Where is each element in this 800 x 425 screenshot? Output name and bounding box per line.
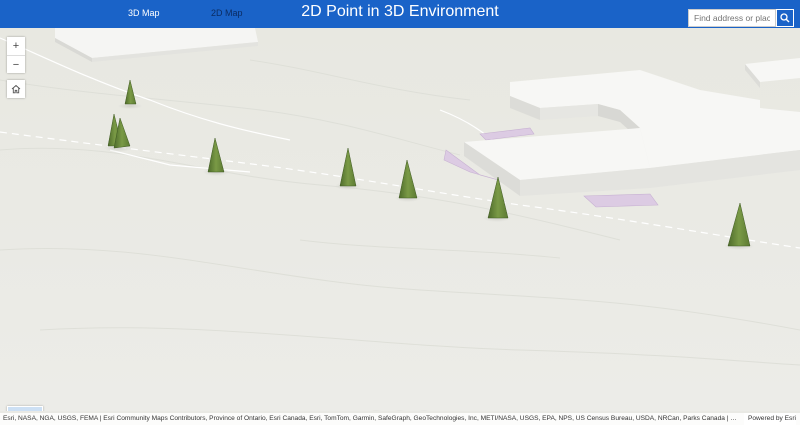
zoom-control: + − [7, 37, 25, 73]
zoom-out-button[interactable]: − [7, 55, 25, 73]
search-input[interactable] [688, 9, 776, 27]
home-button[interactable] [7, 80, 25, 98]
search-button[interactable] [776, 9, 794, 27]
attribution-bar: Esri, NASA, NGA, USGS, FEMA | Esri Commu… [0, 413, 800, 425]
home-icon [11, 84, 21, 94]
powered-by-esri[interactable]: Powered by Esri [743, 413, 796, 425]
overview-map[interactable] [7, 406, 43, 411]
app-header: 3D Map 2D Map 2D Point in 3D Environment [0, 0, 800, 28]
overview-map-icon [8, 407, 42, 411]
scene-canvas [0, 28, 800, 411]
page-title: 2D Point in 3D Environment [301, 3, 499, 20]
search-icon [780, 13, 790, 23]
map-scene-view[interactable]: + − [0, 28, 800, 411]
attribution-text[interactable]: Esri, NASA, NGA, USGS, FEMA | Esri Commu… [3, 413, 738, 425]
zoom-in-button[interactable]: + [7, 37, 25, 55]
